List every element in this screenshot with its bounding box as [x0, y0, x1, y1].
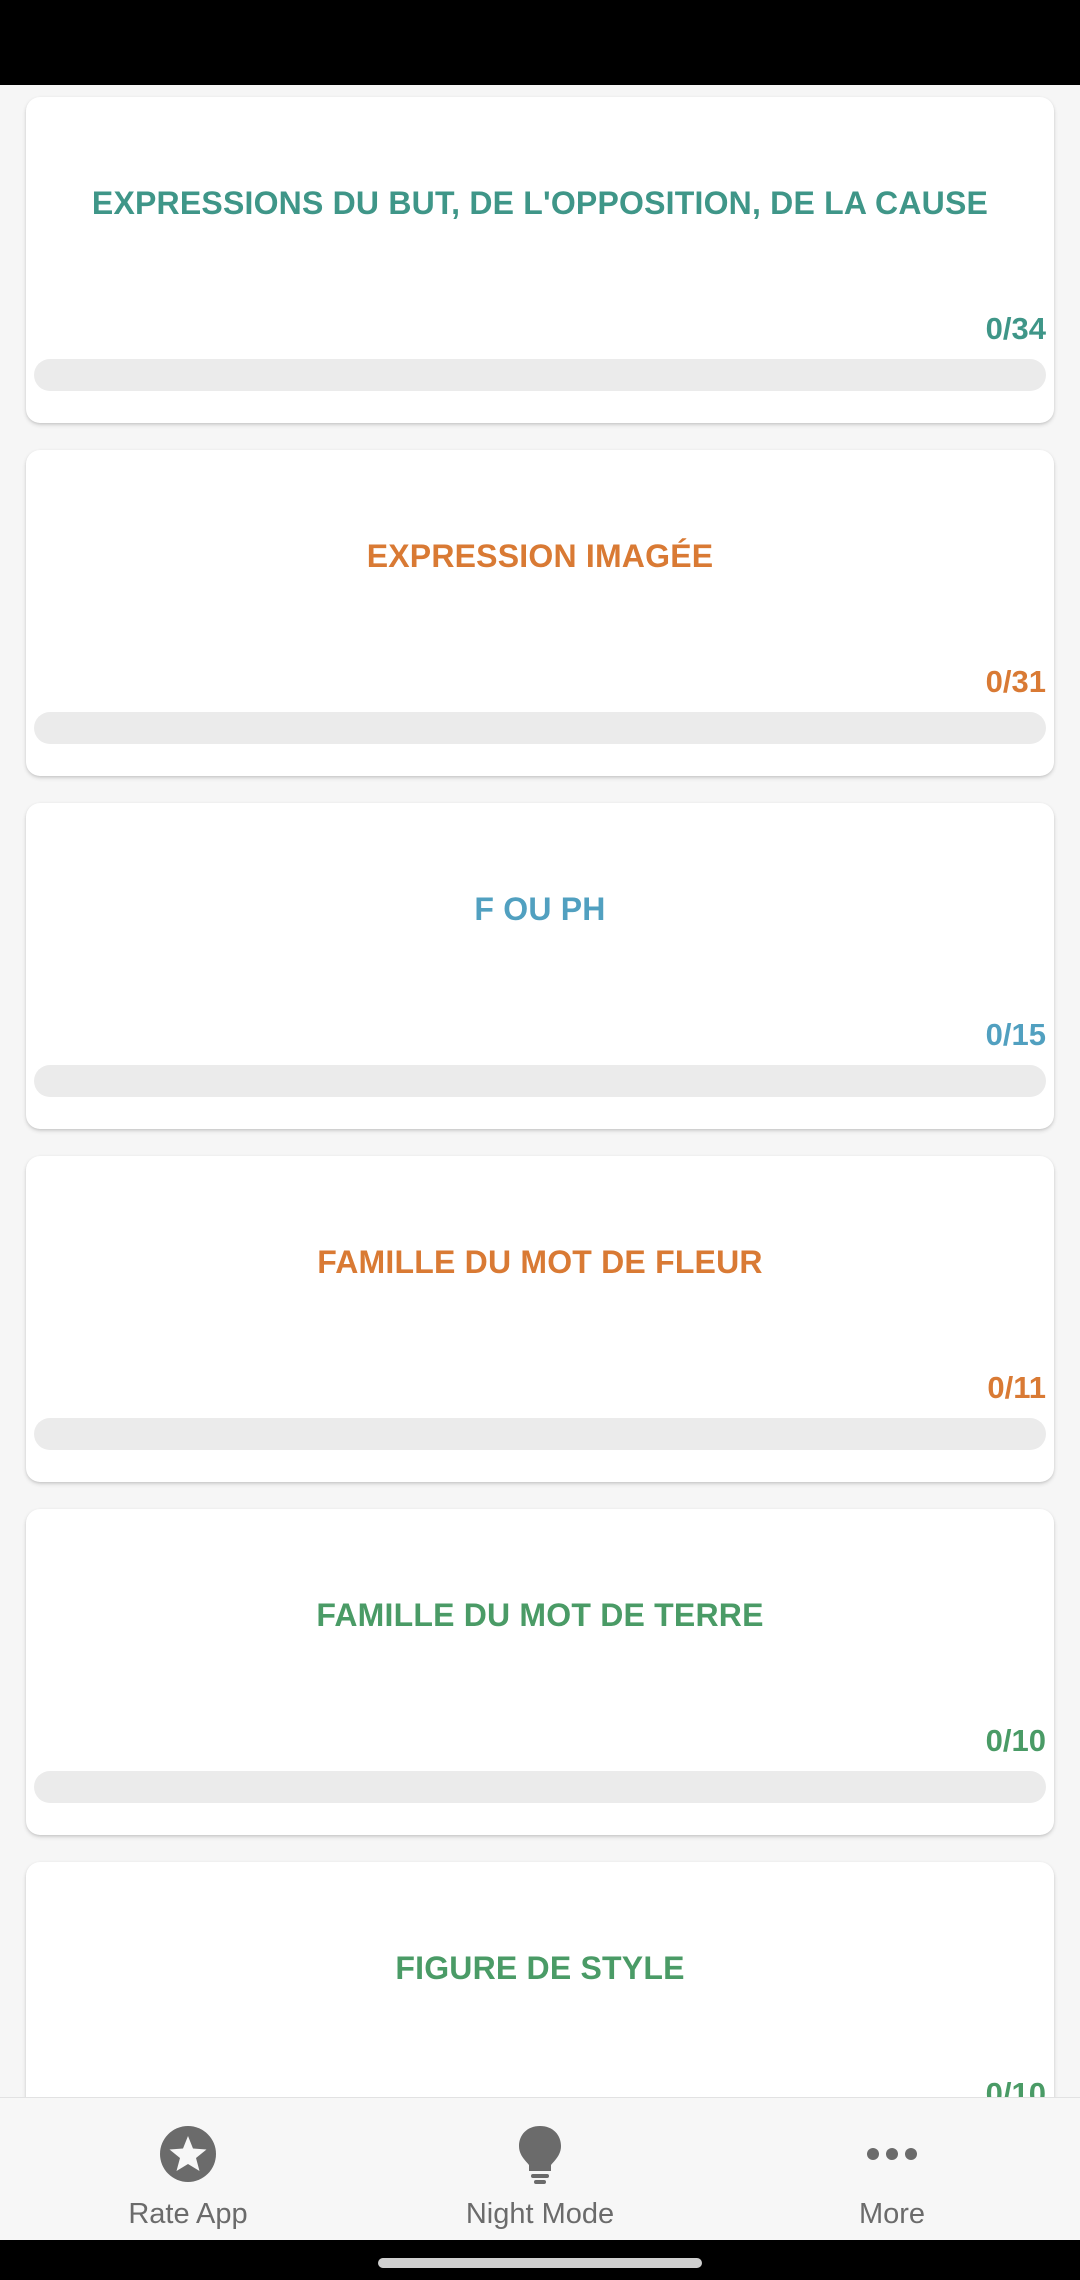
card-title: FAMILLE DU MOT DE TERRE — [316, 1597, 764, 1633]
card-title: FAMILLE DU MOT DE FLEUR — [317, 1244, 763, 1280]
progress-bar — [34, 359, 1046, 391]
night-mode-label: Night Mode — [465, 2198, 615, 2230]
category-card[interactable]: FAMILLE DU MOT DE FLEUR 0/11 — [26, 1156, 1054, 1482]
category-card[interactable]: FIGURE DE STYLE 0/10 — [26, 1862, 1054, 2097]
card-count: 0/10 — [985, 1723, 1046, 1758]
category-card[interactable]: EXPRESSIONS DU BUT, DE L'OPPOSITION, DE … — [26, 97, 1054, 423]
status-bar — [0, 0, 1080, 85]
card-title: F OU PH — [474, 891, 606, 927]
card-count: 0/15 — [985, 1017, 1046, 1052]
category-list[interactable]: EXPRESSIONS DU BUT, DE L'OPPOSITION, DE … — [0, 85, 1080, 2097]
card-title: EXPRESSION IMAGÉE — [366, 538, 714, 574]
progress-bar — [34, 712, 1046, 744]
category-card[interactable]: F OU PH 0/15 — [26, 803, 1054, 1129]
progress-bar — [34, 1418, 1046, 1450]
category-card[interactable]: FAMILLE DU MOT DE TERRE 0/10 — [26, 1509, 1054, 1835]
more-button[interactable]: More — [712, 2098, 1072, 2241]
card-count: 0/10 — [985, 2076, 1046, 2097]
bottom-nav: Rate App Night Mode More — [0, 2097, 1080, 2240]
card-title: FIGURE DE STYLE — [395, 1950, 685, 1986]
card-count: 0/11 — [987, 1370, 1046, 1405]
night-mode-button[interactable]: Night Mode — [360, 2098, 720, 2241]
category-card[interactable]: EXPRESSION IMAGÉE 0/31 — [26, 450, 1054, 776]
lightbulb-icon — [519, 2126, 561, 2184]
star-icon — [160, 2126, 216, 2182]
progress-bar — [34, 1065, 1046, 1097]
card-count: 0/31 — [985, 664, 1046, 699]
card-count: 0/34 — [985, 311, 1046, 346]
card-title: EXPRESSIONS DU BUT, DE L'OPPOSITION, DE … — [91, 185, 989, 221]
rate-app-label: Rate App — [128, 2198, 248, 2230]
home-indicator[interactable] — [378, 2258, 702, 2268]
progress-bar — [34, 1771, 1046, 1803]
gesture-bar — [0, 2240, 1080, 2280]
more-dots-icon — [867, 2148, 917, 2160]
rate-app-button[interactable]: Rate App — [8, 2098, 368, 2241]
more-label: More — [858, 2198, 926, 2230]
